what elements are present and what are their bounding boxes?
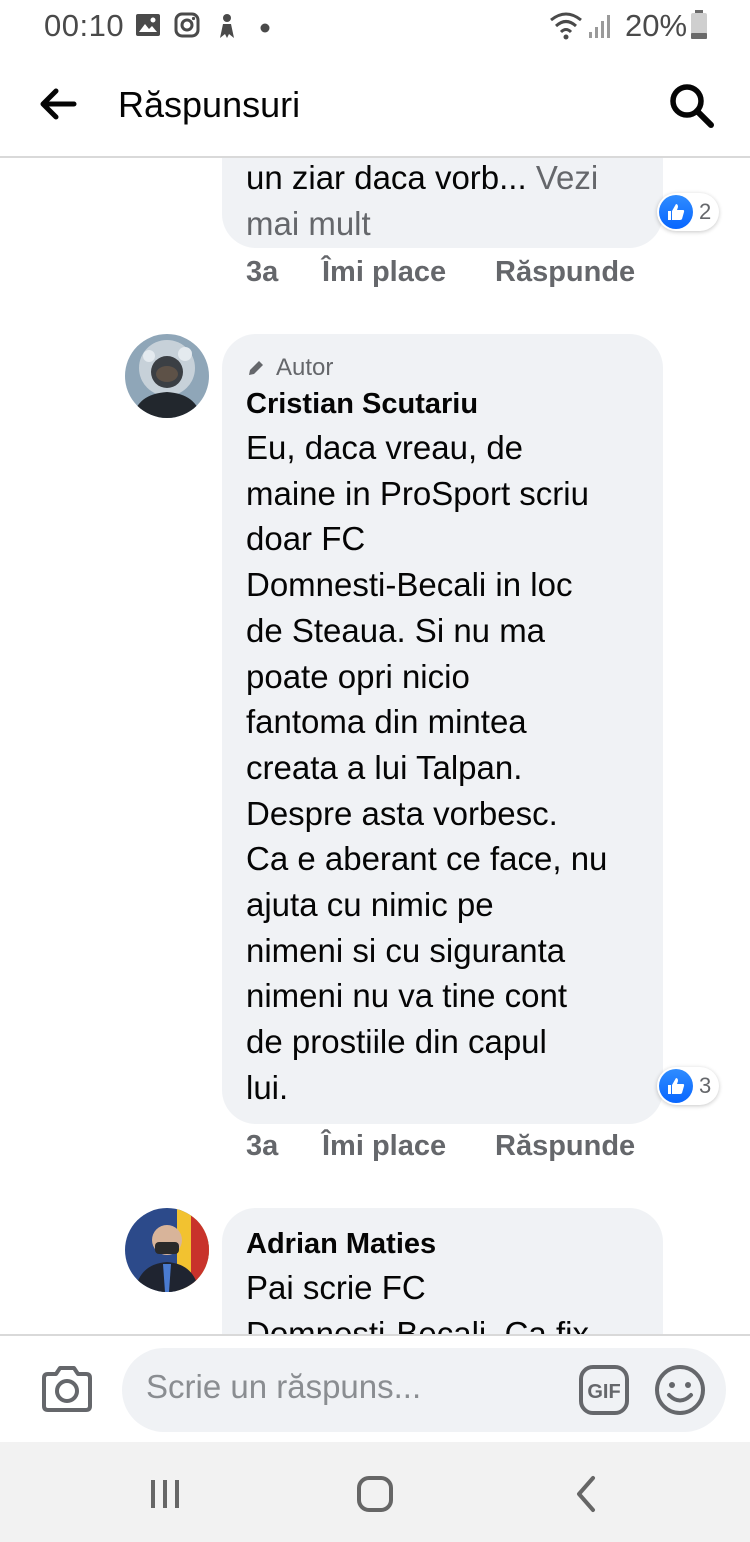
gallery-icon [135,12,161,43]
comment-time: 3a [246,256,279,288]
comment-text: un ziar daca vorb... Vezi mai mult [246,159,599,242]
reaction-badge[interactable]: 2 [657,193,720,231]
commenter-name[interactable]: Adrian Maties [246,1225,639,1263]
back-nav-button[interactable] [565,1472,609,1516]
comment-text: Pai scrie FC Domnesti-Becali. Ca fix [246,1269,589,1334]
like-icon [659,195,693,229]
reaction-count: 3 [699,1073,712,1098]
signal-icon [588,12,614,45]
like-button[interactable]: Îmi place [322,256,446,289]
like-button[interactable]: Îmi place [322,1130,446,1163]
search-button[interactable] [666,80,716,130]
back-button[interactable] [36,82,80,126]
wifi-icon [549,10,583,45]
comment-bubble[interactable]: Autor Cristian Scutariu Eu, daca vreau, … [222,334,663,1124]
reaction-badge[interactable]: 3 [657,1067,720,1105]
recent-apps-button[interactable] [143,1472,187,1516]
home-button[interactable] [353,1472,397,1516]
dot-icon [260,20,270,38]
comment-bubble[interactable]: un ziar daca vorb... Vezi mai mult [222,158,663,248]
home-icon [357,1476,393,1512]
status-bar: 00:10 20% [0,0,750,56]
emoji-icon [655,1365,705,1415]
camera-button[interactable] [40,1364,94,1414]
reaction-count: 2 [699,199,712,224]
gif-button[interactable]: GIF [579,1365,629,1415]
app-notification-icon [214,12,240,45]
replies-list[interactable]: un ziar daca vorb... Vezi mai mult 2 3a … [0,158,750,1334]
search-icon [670,84,714,128]
back-icon [577,1476,595,1512]
camera-icon [42,1366,92,1412]
battery-icon [690,10,708,45]
comment-text: Eu, daca vreau, de maine in ProSport scr… [246,429,608,1106]
reply-composer: Scrie un răspuns... GIF [0,1334,750,1442]
status-time: 00:10 [44,8,125,43]
commenter-name[interactable]: Cristian Scutariu [246,385,639,423]
battery-percent: 20% [625,8,688,43]
avatar[interactable] [125,334,209,418]
like-icon [659,1069,693,1103]
reply-button[interactable]: Răspunde [495,256,635,289]
author-badge: Autor [246,353,639,383]
avatar[interactable] [125,1208,209,1292]
comment-bubble[interactable]: Adrian Maties Pai scrie FC Domnesti-Beca… [222,1208,663,1334]
reply-button[interactable]: Răspunde [495,1130,635,1163]
recent-apps-icon [151,1480,179,1508]
comment-time: 3a [246,1130,279,1162]
page-title: Răspunsuri [118,84,301,125]
reply-placeholder[interactable]: Scrie un răspuns... [146,1368,421,1406]
gif-label: GIF [587,1381,620,1403]
arrow-left-icon [40,88,77,120]
system-nav-bar [0,1442,750,1542]
pencil-icon [249,361,263,375]
header: Răspunsuri [0,56,750,158]
emoji-button[interactable] [654,1364,706,1416]
instagram-icon [174,12,200,43]
